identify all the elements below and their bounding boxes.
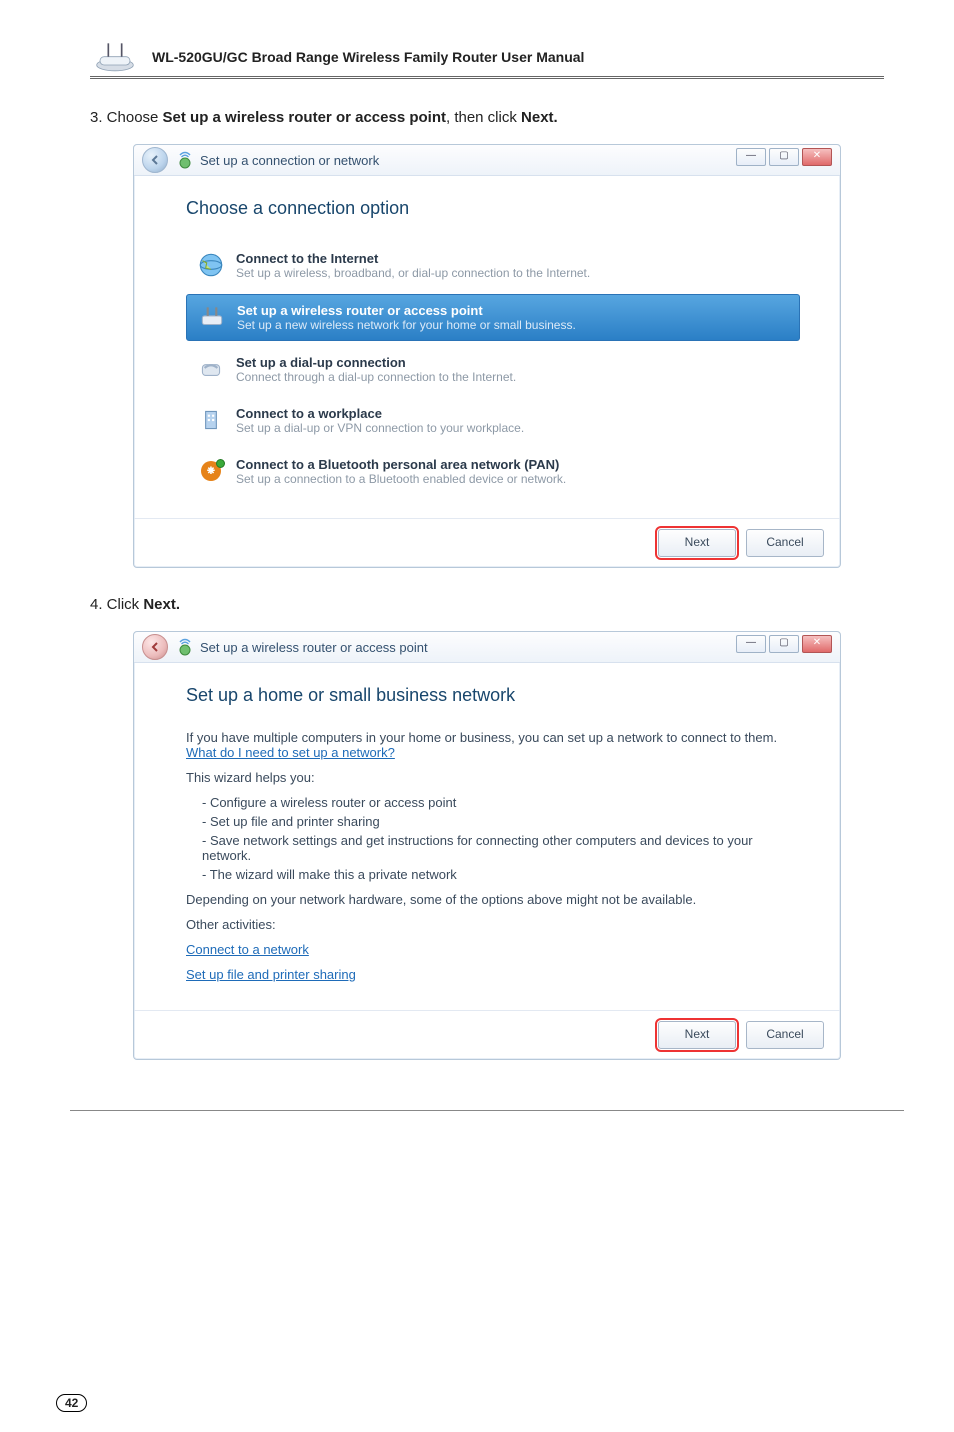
option-title: Connect to a workplace xyxy=(236,406,524,421)
option-wireless-router[interactable]: Set up a wireless router or access point… xyxy=(186,294,800,341)
cancel-button[interactable]: Cancel xyxy=(746,529,824,557)
minimize-button[interactable]: — xyxy=(736,635,766,653)
step-4-text: 4. Click Next. xyxy=(90,596,884,613)
page-number: 42 xyxy=(56,1394,87,1412)
close-button[interactable]: ✕ xyxy=(802,148,832,166)
option-workplace[interactable]: Connect to a workplace Set up a dial-up … xyxy=(186,398,800,443)
wizard-helps-label: This wizard helps you: xyxy=(186,770,800,785)
router-icon xyxy=(90,40,140,74)
next-button[interactable]: Next xyxy=(658,529,736,557)
option-title: Connect to a Bluetooth personal area net… xyxy=(236,457,566,472)
router-glyph-icon xyxy=(197,303,227,331)
back-button[interactable] xyxy=(142,634,168,660)
option-title: Set up a wireless router or access point xyxy=(237,303,576,318)
manual-header: WL-520GU/GC Broad Range Wireless Family … xyxy=(90,40,884,79)
bluetooth-icon: ⁕ xyxy=(196,457,226,485)
back-button[interactable] xyxy=(142,147,168,173)
dialog-connection-option: Set up a connection or network — ▢ ✕ Cho… xyxy=(133,144,841,568)
globe-icon xyxy=(196,251,226,279)
dialog2-title: Set up a wireless router or access point xyxy=(200,640,428,655)
what-need-link[interactable]: What do I need to set up a network? xyxy=(186,745,395,760)
option-desc: Connect through a dial-up connection to … xyxy=(236,370,516,384)
wizard-bullet-list: - Configure a wireless router or access … xyxy=(186,795,800,882)
file-printer-sharing-link[interactable]: Set up file and printer sharing xyxy=(186,967,356,982)
option-desc: Set up a wireless, broadband, or dial-up… xyxy=(236,266,590,280)
building-icon xyxy=(196,406,226,434)
option-title: Connect to the Internet xyxy=(236,251,590,266)
dialog1-heading: Choose a connection option xyxy=(186,198,800,219)
step-3-text: 3. Choose Set up a wireless router or ac… xyxy=(90,109,884,126)
dialog1-titlebar: Set up a connection or network — ▢ ✕ xyxy=(134,145,840,176)
dialog1-title: Set up a connection or network xyxy=(200,153,379,168)
other-activities-label: Other activities: xyxy=(186,917,800,932)
option-connect-internet[interactable]: Connect to the Internet Set up a wireles… xyxy=(186,243,800,288)
next-button[interactable]: Next xyxy=(658,1021,736,1049)
option-dialup[interactable]: Set up a dial-up connection Connect thro… xyxy=(186,347,800,392)
option-bluetooth[interactable]: ⁕ Connect to a Bluetooth personal area n… xyxy=(186,449,800,494)
depends-text: Depending on your network hardware, some… xyxy=(186,892,800,907)
close-button[interactable]: ✕ xyxy=(802,635,832,653)
dialog-wireless-setup: Set up a wireless router or access point… xyxy=(133,631,841,1060)
bullet-item: - The wizard will make this a private ne… xyxy=(202,867,800,882)
bullet-item: - Configure a wireless router or access … xyxy=(202,795,800,810)
maximize-button[interactable]: ▢ xyxy=(769,635,799,653)
network-globe-icon xyxy=(176,151,194,169)
dialog2-intro: If you have multiple computers in your h… xyxy=(186,730,800,760)
minimize-button[interactable]: — xyxy=(736,148,766,166)
connect-network-link[interactable]: Connect to a network xyxy=(186,942,309,957)
dialog2-heading: Set up a home or small business network xyxy=(186,685,800,706)
manual-title: WL-520GU/GC Broad Range Wireless Family … xyxy=(152,49,584,65)
option-desc: Set up a connection to a Bluetooth enabl… xyxy=(236,472,566,486)
phone-icon xyxy=(196,355,226,383)
network-globe-icon xyxy=(176,638,194,656)
bullet-item: - Save network settings and get instruct… xyxy=(202,833,800,863)
option-title: Set up a dial-up connection xyxy=(236,355,516,370)
option-desc: Set up a new wireless network for your h… xyxy=(237,318,576,332)
dialog2-titlebar: Set up a wireless router or access point… xyxy=(134,632,840,663)
footer-rule xyxy=(70,1110,904,1111)
option-desc: Set up a dial-up or VPN connection to yo… xyxy=(236,421,524,435)
cancel-button[interactable]: Cancel xyxy=(746,1021,824,1049)
maximize-button[interactable]: ▢ xyxy=(769,148,799,166)
bullet-item: - Set up file and printer sharing xyxy=(202,814,800,829)
